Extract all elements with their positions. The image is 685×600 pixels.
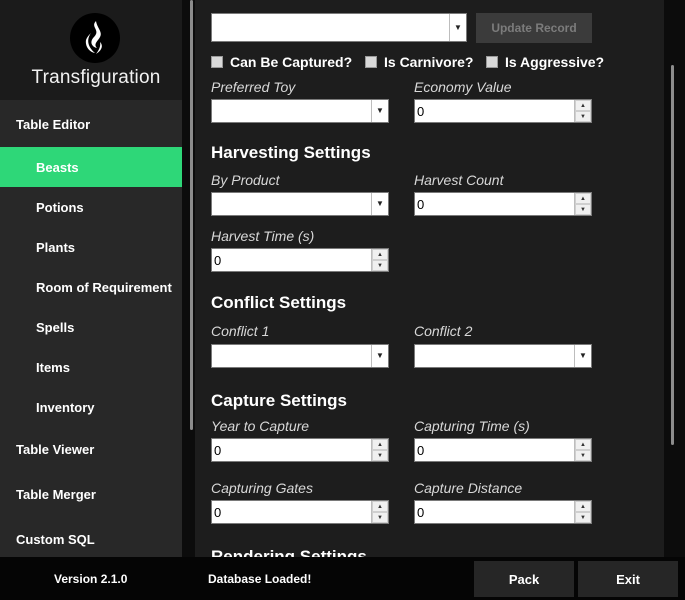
- app-title: Transfiguration: [31, 67, 161, 88]
- capture-distance-value[interactable]: 0: [417, 505, 424, 520]
- preferred-toy-label: Preferred Toy: [211, 79, 296, 95]
- economy-value-input[interactable]: 0 ▲ ▼: [414, 99, 592, 123]
- is-aggressive-label: Is Aggressive?: [505, 54, 605, 70]
- triangle-up-icon[interactable]: ▲: [372, 501, 388, 512]
- checkbox-box[interactable]: [365, 56, 377, 68]
- chevron-down-icon[interactable]: ▼: [371, 100, 388, 122]
- chevron-down-icon[interactable]: ▼: [371, 193, 388, 215]
- capturing-gates-value[interactable]: 0: [214, 505, 221, 520]
- harvest-time-input[interactable]: 0 ▲ ▼: [211, 248, 389, 272]
- economy-value-value[interactable]: 0: [417, 104, 424, 119]
- harvest-count-value[interactable]: 0: [417, 197, 424, 212]
- triangle-down-icon[interactable]: ▼: [575, 512, 591, 523]
- nav-room-of-requirement[interactable]: Room of Requirement: [0, 267, 182, 307]
- capture-distance-input[interactable]: 0 ▲ ▼: [414, 500, 592, 524]
- capture-settings-heading: Capture Settings: [211, 391, 348, 410]
- conflict-settings-heading: Conflict Settings: [211, 293, 347, 312]
- harvest-time-value[interactable]: 0: [214, 253, 221, 268]
- status-message: Database Loaded!: [208, 572, 312, 586]
- harvest-time-label: Harvest Time (s): [211, 228, 315, 244]
- capturing-gates-input[interactable]: 0 ▲ ▼: [211, 500, 389, 524]
- capturing-time-input[interactable]: 0 ▲ ▼: [414, 438, 592, 462]
- triangle-down-icon[interactable]: ▼: [575, 111, 591, 122]
- preferred-toy-select[interactable]: ▼: [211, 99, 389, 123]
- chevron-down-icon[interactable]: ▼: [574, 345, 591, 367]
- triangle-down-icon[interactable]: ▼: [575, 450, 591, 461]
- nav-beasts[interactable]: Beasts: [0, 147, 182, 187]
- nav-table-merger[interactable]: Table Merger: [0, 472, 182, 517]
- chevron-down-icon[interactable]: ▼: [449, 14, 466, 41]
- year-to-capture-input[interactable]: 0 ▲ ▼: [211, 438, 389, 462]
- sidebar-scrollbar[interactable]: [190, 0, 193, 430]
- conflict-1-label: Conflict 1: [211, 323, 270, 339]
- version-label: Version 2.1.0: [54, 572, 128, 586]
- capturing-time-label: Capturing Time (s): [414, 418, 530, 434]
- harvest-count-input[interactable]: 0 ▲ ▼: [414, 192, 592, 216]
- nav-table-editor[interactable]: Table Editor: [0, 102, 182, 147]
- rendering-settings-heading: Rendering Settings: [211, 547, 367, 557]
- logo-area: Transfiguration: [0, 0, 182, 100]
- nav-plants[interactable]: Plants: [0, 227, 182, 267]
- nav-custom-sql[interactable]: Custom SQL: [0, 517, 182, 562]
- is-aggressive-checkbox[interactable]: Is Aggressive?: [486, 54, 604, 70]
- triangle-up-icon[interactable]: ▲: [575, 439, 591, 450]
- conflict-2-select[interactable]: ▼: [414, 344, 592, 368]
- nav-table-viewer[interactable]: Table Viewer: [0, 427, 182, 472]
- by-product-select[interactable]: ▼: [211, 192, 389, 216]
- harvesting-settings-heading: Harvesting Settings: [211, 143, 371, 162]
- triangle-up-icon[interactable]: ▲: [575, 501, 591, 512]
- exit-button[interactable]: Exit: [578, 561, 678, 597]
- triangle-down-icon[interactable]: ▼: [575, 204, 591, 215]
- conflict-1-select[interactable]: ▼: [211, 344, 389, 368]
- economy-value-label: Economy Value: [414, 79, 512, 95]
- update-record-button[interactable]: Update Record: [476, 13, 592, 43]
- triangle-up-icon[interactable]: ▲: [575, 193, 591, 204]
- checkbox-box[interactable]: [486, 56, 498, 68]
- year-to-capture-label: Year to Capture: [211, 418, 310, 434]
- content-scrollbar[interactable]: [671, 65, 674, 445]
- pack-button[interactable]: Pack: [474, 561, 574, 597]
- nav-inventory[interactable]: Inventory: [0, 387, 182, 427]
- flame-logo-icon: [70, 13, 120, 63]
- is-carnivore-label: Is Carnivore?: [384, 54, 474, 70]
- nav-spells[interactable]: Spells: [0, 307, 182, 347]
- nav-potions[interactable]: Potions: [0, 187, 182, 227]
- is-carnivore-checkbox[interactable]: Is Carnivore?: [365, 54, 473, 70]
- capturing-time-value[interactable]: 0: [417, 443, 424, 458]
- triangle-up-icon[interactable]: ▲: [372, 439, 388, 450]
- chevron-down-icon[interactable]: ▼: [371, 345, 388, 367]
- by-product-label: By Product: [211, 172, 280, 188]
- triangle-down-icon[interactable]: ▼: [372, 450, 388, 461]
- conflict-2-label: Conflict 2: [414, 323, 473, 339]
- can-be-captured-label: Can Be Captured?: [230, 54, 353, 70]
- record-select[interactable]: ▼: [211, 13, 467, 42]
- triangle-down-icon[interactable]: ▼: [372, 260, 388, 271]
- nav-items[interactable]: Items: [0, 347, 182, 387]
- checkbox-box[interactable]: [211, 56, 223, 68]
- triangle-down-icon[interactable]: ▼: [372, 512, 388, 523]
- harvest-count-label: Harvest Count: [414, 172, 504, 188]
- capture-distance-label: Capture Distance: [414, 480, 523, 496]
- triangle-up-icon[interactable]: ▲: [372, 249, 388, 260]
- sidebar: Transfiguration Table Editor Beasts Poti…: [0, 0, 182, 557]
- capturing-gates-label: Capturing Gates: [211, 480, 313, 496]
- rendering-clip: Rendering Settings: [195, 540, 664, 557]
- year-to-capture-value[interactable]: 0: [214, 443, 221, 458]
- can-be-captured-checkbox[interactable]: Can Be Captured?: [211, 54, 352, 70]
- triangle-up-icon[interactable]: ▲: [575, 100, 591, 111]
